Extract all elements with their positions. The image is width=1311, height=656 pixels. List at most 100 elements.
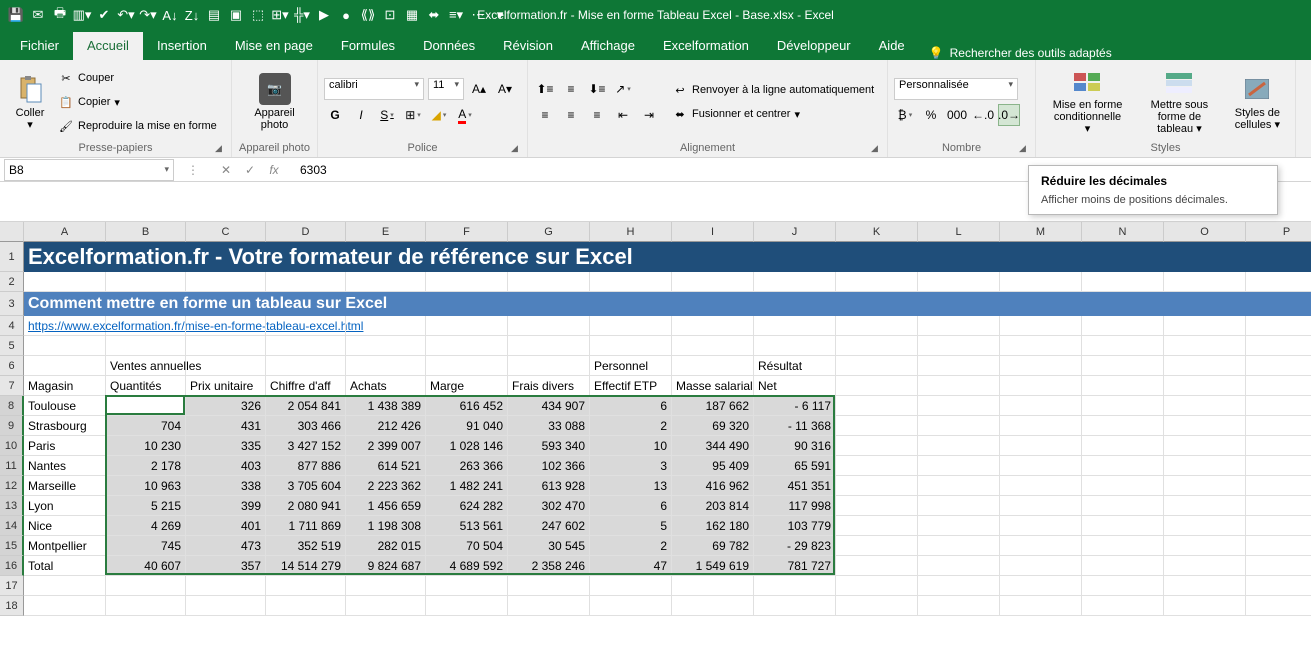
cell-J12[interactable]: 451 351 (754, 476, 836, 496)
cell-I13[interactable]: 203 814 (672, 496, 754, 516)
cell-B4[interactable] (106, 316, 186, 336)
cell-O8[interactable] (1164, 396, 1246, 416)
cell-P7[interactable] (1246, 376, 1311, 396)
row-header-17[interactable]: 17 (0, 576, 24, 596)
cell-N8[interactable] (1082, 396, 1164, 416)
cell-A13[interactable]: Lyon (24, 496, 106, 516)
cell-N7[interactable] (1082, 376, 1164, 396)
cell-O10[interactable] (1164, 436, 1246, 456)
cell-E11[interactable]: 614 521 (346, 456, 426, 476)
cell-B13[interactable]: 5 215 (106, 496, 186, 516)
vba-icon[interactable]: ⟪⟫ (358, 5, 378, 25)
cell-B9[interactable]: 704 (106, 416, 186, 436)
cell-C15[interactable]: 473 (186, 536, 266, 556)
cell-D11[interactable]: 877 886 (266, 456, 346, 476)
merge-icon[interactable]: ⬌ (424, 5, 444, 25)
cell-L8[interactable] (918, 396, 1000, 416)
sort-asc-icon[interactable]: A↓ (160, 5, 180, 25)
cell-C13[interactable]: 399 (186, 496, 266, 516)
cell-J14[interactable]: 103 779 (754, 516, 836, 536)
borders-icon[interactable]: ╬▾ (292, 5, 312, 25)
col-header-L[interactable]: L (918, 222, 1000, 242)
row-header-10[interactable]: 10 (0, 436, 24, 456)
number-format-select[interactable]: Personnalisée (894, 78, 1018, 100)
cell-I17[interactable] (672, 576, 754, 596)
form-icon[interactable]: ▤ (204, 5, 224, 25)
cell-J5[interactable] (754, 336, 836, 356)
cell-F17[interactable] (426, 576, 508, 596)
cell-I7[interactable]: Masse salarial (672, 376, 754, 396)
cell-O2[interactable] (1164, 272, 1246, 292)
camera-icon[interactable]: ▣ (226, 5, 246, 25)
cell-J15[interactable]: - 29 823 (754, 536, 836, 556)
cell-E10[interactable]: 2 399 007 (346, 436, 426, 456)
cell-B8[interactable]: 6 303 (106, 396, 186, 416)
cell-G5[interactable] (508, 336, 590, 356)
redo-icon[interactable]: ↷▾ (138, 5, 158, 25)
cell-O7[interactable] (1164, 376, 1246, 396)
cell-A8[interactable]: Toulouse (24, 396, 106, 416)
cell-M7[interactable] (1000, 376, 1082, 396)
cell-D7[interactable]: Chiffre d'aff (266, 376, 346, 396)
cell-K7[interactable] (836, 376, 918, 396)
cell-C2[interactable] (186, 272, 266, 292)
cell-E9[interactable]: 212 426 (346, 416, 426, 436)
cell-A7[interactable]: Magasin (24, 376, 106, 396)
cell-P18[interactable] (1246, 596, 1311, 616)
cell-P10[interactable] (1246, 436, 1311, 456)
tab-affichage[interactable]: Affichage (567, 32, 649, 60)
row-header-12[interactable]: 12 (0, 476, 24, 496)
align-left-button[interactable]: ≡ (534, 104, 556, 126)
col-header-H[interactable]: H (590, 222, 672, 242)
cell-G8[interactable]: 434 907 (508, 396, 590, 416)
clipboard-dialog-launcher[interactable]: ◢ (215, 143, 227, 155)
cell-A14[interactable]: Nice (24, 516, 106, 536)
cell-M2[interactable] (1000, 272, 1082, 292)
comma-style-button[interactable]: 000 (946, 104, 968, 126)
cell-C5[interactable] (186, 336, 266, 356)
col-header-P[interactable]: P (1246, 222, 1311, 242)
cell-N6[interactable] (1082, 356, 1164, 376)
cell-F10[interactable]: 1 028 146 (426, 436, 508, 456)
row-header-14[interactable]: 14 (0, 516, 24, 536)
cell-D9[interactable]: 303 466 (266, 416, 346, 436)
cut-button[interactable]: ✂Couper (54, 67, 221, 89)
col-header-E[interactable]: E (346, 222, 426, 242)
cell-B7[interactable]: Quantités (106, 376, 186, 396)
cell-F18[interactable] (426, 596, 508, 616)
cell-A16[interactable]: Total (24, 556, 106, 576)
cell-D15[interactable]: 352 519 (266, 536, 346, 556)
cell-K14[interactable] (836, 516, 918, 536)
col-header-I[interactable]: I (672, 222, 754, 242)
cell-D5[interactable] (266, 336, 346, 356)
cell-I12[interactable]: 416 962 (672, 476, 754, 496)
cell-E16[interactable]: 9 824 687 (346, 556, 426, 576)
cell-M16[interactable] (1000, 556, 1082, 576)
col-header-A[interactable]: A (24, 222, 106, 242)
cell-L11[interactable] (918, 456, 1000, 476)
cell-G6[interactable] (508, 356, 590, 376)
cell-O5[interactable] (1164, 336, 1246, 356)
percent-button[interactable]: % (920, 104, 942, 126)
cell-E5[interactable] (346, 336, 426, 356)
cell-F12[interactable]: 1 482 241 (426, 476, 508, 496)
cell-I9[interactable]: 69 320 (672, 416, 754, 436)
enter-formula-button[interactable]: ✓ (240, 163, 260, 177)
accounting-format-button[interactable]: ₿ (894, 104, 916, 126)
row-header-5[interactable]: 5 (0, 336, 24, 356)
cell-A6[interactable] (24, 356, 106, 376)
font-size-select[interactable]: 11 (428, 78, 464, 100)
cell-E4[interactable] (346, 316, 426, 336)
cell-K9[interactable] (836, 416, 918, 436)
cell-B18[interactable] (106, 596, 186, 616)
cell-G11[interactable]: 102 366 (508, 456, 590, 476)
orientation-button[interactable]: ↗ (612, 78, 634, 100)
cell-K13[interactable] (836, 496, 918, 516)
cell-C12[interactable]: 338 (186, 476, 266, 496)
cell-K12[interactable] (836, 476, 918, 496)
tab-developpeur[interactable]: Développeur (763, 32, 865, 60)
bold-button[interactable]: G (324, 104, 346, 126)
link-cell[interactable]: https://www.excelformation.fr/mise-en-fo… (24, 316, 106, 336)
italic-button[interactable]: I (350, 104, 372, 126)
cell-O9[interactable] (1164, 416, 1246, 436)
